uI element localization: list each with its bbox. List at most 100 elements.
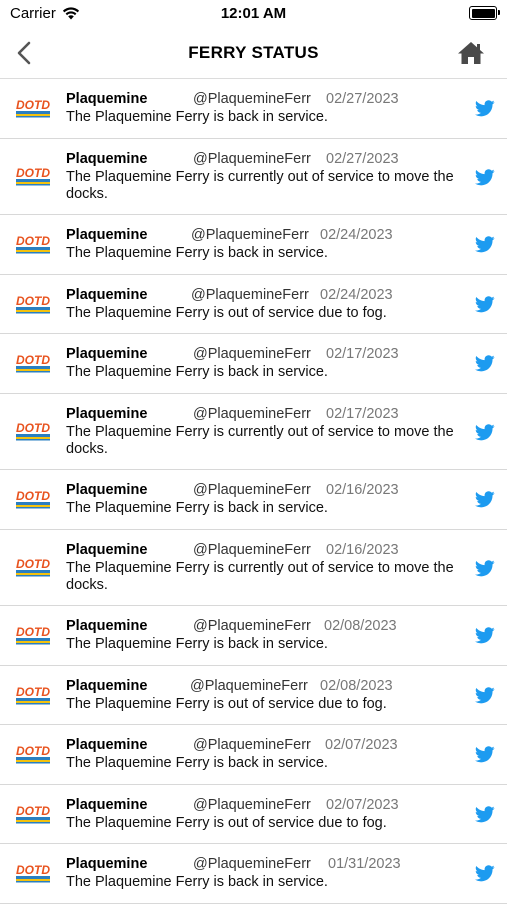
logo-text: DOTD	[16, 294, 50, 308]
status-message: The Plaquemine Ferry is back in service.	[66, 874, 328, 890]
twitter-icon[interactable]	[475, 686, 495, 704]
logo-text: DOTD	[16, 685, 50, 699]
logo-text: DOTD	[16, 489, 50, 503]
post-date: 02/08/2023	[324, 618, 397, 634]
account-name: Plaquemine	[66, 618, 148, 634]
post-date: 02/17/2023	[326, 405, 399, 422]
account-handle: @PlaquemineFerr	[191, 227, 309, 243]
post-date: 02/24/2023	[320, 286, 393, 303]
post-date: 02/16/2023	[326, 482, 399, 498]
account-handle: @PlaquemineFerr	[191, 286, 309, 303]
status-message: The Plaquemine Ferry is out of service d…	[66, 814, 387, 831]
twitter-icon[interactable]	[475, 805, 495, 823]
account-handle: @PlaquemineFerr	[190, 677, 308, 694]
status-message: The Plaquemine Ferry is out of service d…	[66, 304, 387, 321]
account-handle: @PlaquemineFerr	[193, 737, 311, 753]
ferry-status-list: DOTD Plaquemine @PlaquemineFerr 02/27/2023 T…	[0, 79, 507, 904]
twitter-icon[interactable]	[475, 746, 495, 763]
list-item[interactable]: DOTD Plaquemine @PlaquemineFerr 02/17/2023 T…	[0, 394, 507, 470]
list-item[interactable]: DOTD Plaquemine @PlaquemineFerr 02/16/2023 T…	[0, 530, 507, 606]
list-item[interactable]: DOTD Plaquemine @PlaquemineFerr 02/24/2023 T…	[0, 215, 507, 275]
clock: 12:01 AM	[220, 5, 287, 22]
twitter-icon[interactable]	[475, 168, 495, 186]
status-message: The Plaquemine Ferry is currently out of…	[66, 559, 454, 593]
logo-text: DOTD	[16, 863, 50, 877]
post-date: 02/17/2023	[326, 346, 399, 362]
account-handle: @PlaquemineFerr	[193, 541, 311, 558]
post-date: 01/31/2023	[328, 856, 401, 872]
logo-text: DOTD	[16, 98, 50, 112]
twitter-icon[interactable]	[475, 627, 495, 644]
dotd-logo-icon: DOTD	[13, 97, 53, 119]
twitter-icon[interactable]	[475, 865, 495, 882]
account-handle: @PlaquemineFerr	[193, 618, 311, 634]
twitter-icon[interactable]	[475, 295, 495, 313]
status-message: The Plaquemine Ferry is back in service.	[66, 245, 328, 261]
list-item[interactable]: DOTD Plaquemine @PlaquemineFerr 02/08/2023 T…	[0, 606, 507, 666]
logo-text: DOTD	[16, 166, 50, 180]
twitter-icon[interactable]	[475, 236, 495, 253]
account-handle: @PlaquemineFerr	[193, 346, 311, 362]
list-item[interactable]: DOTD Plaquemine @PlaquemineFerr 02/16/2023 T…	[0, 470, 507, 530]
post-date: 02/24/2023	[320, 227, 393, 243]
account-handle: @PlaquemineFerr	[193, 150, 311, 167]
list-item[interactable]: DOTD Plaquemine @PlaquemineFerr 02/07/2023 T…	[0, 785, 507, 844]
list-item[interactable]: DOTD Plaquemine @PlaquemineFerr 02/17/2023 T…	[0, 334, 507, 394]
logo-text: DOTD	[16, 234, 50, 248]
navigation-bar: FERRY STATUS	[0, 28, 507, 79]
dotd-logo-icon: DOTD	[13, 488, 53, 510]
account-name: Plaquemine	[66, 796, 148, 813]
status-message: The Plaquemine Ferry is back in service.	[66, 109, 328, 125]
account-handle: @PlaquemineFerr	[193, 91, 311, 107]
logo-text: DOTD	[16, 625, 50, 639]
post-date: 02/27/2023	[326, 150, 399, 167]
account-handle: @PlaquemineFerr	[193, 482, 311, 498]
post-date: 02/08/2023	[320, 677, 393, 694]
status-message: The Plaquemine Ferry is back in service.	[66, 755, 328, 771]
battery-icon	[469, 6, 500, 20]
account-name: Plaquemine	[66, 227, 148, 243]
account-handle: @PlaquemineFerr	[193, 796, 311, 813]
status-message: The Plaquemine Ferry is currently out of…	[66, 168, 454, 202]
page-title: FERRY STATUS	[188, 43, 319, 62]
account-handle: @PlaquemineFerr	[193, 405, 311, 422]
status-message: The Plaquemine Ferry is back in service.	[66, 636, 328, 652]
list-item[interactable]: DOTD Plaquemine @PlaquemineFerr 02/27/2023 T…	[0, 79, 507, 139]
list-item[interactable]: DOTD Plaquemine @PlaquemineFerr 02/24/2023 T…	[0, 275, 507, 334]
account-name: Plaquemine	[66, 677, 148, 694]
dotd-logo-icon: DOTD	[13, 743, 53, 765]
dotd-logo-icon: DOTD	[13, 802, 53, 825]
twitter-icon[interactable]	[475, 100, 495, 117]
account-name: Plaquemine	[66, 91, 148, 107]
logo-text: DOTD	[16, 353, 50, 367]
twitter-icon[interactable]	[475, 491, 495, 508]
dotd-logo-icon: DOTD	[13, 292, 53, 315]
account-name: Plaquemine	[66, 286, 148, 303]
post-date: 02/07/2023	[326, 796, 399, 813]
logo-text: DOTD	[16, 421, 50, 435]
list-item[interactable]: DOTD Plaquemine @PlaquemineFerr 02/08/2023 T…	[0, 666, 507, 725]
twitter-icon[interactable]	[475, 423, 495, 441]
twitter-icon[interactable]	[475, 559, 495, 577]
dotd-logo-icon: DOTD	[13, 624, 53, 646]
logo-text: DOTD	[16, 557, 50, 571]
twitter-icon[interactable]	[475, 355, 495, 372]
status-message: The Plaquemine Ferry is out of service d…	[66, 695, 387, 712]
account-name: Plaquemine	[66, 482, 148, 498]
account-name: Plaquemine	[66, 856, 148, 872]
dotd-logo-icon: DOTD	[13, 862, 53, 884]
status-bar: Carrier 12:01 AM	[0, 0, 507, 28]
account-name: Plaquemine	[66, 405, 148, 422]
list-item[interactable]: DOTD Plaquemine @PlaquemineFerr 02/27/2023 T…	[0, 139, 507, 215]
list-item[interactable]: DOTD Plaquemine @PlaquemineFerr 02/07/2023 T…	[0, 725, 507, 785]
home-icon[interactable]	[457, 40, 485, 66]
status-message: The Plaquemine Ferry is currently out of…	[66, 423, 454, 457]
dotd-logo-icon: DOTD	[13, 164, 53, 187]
account-name: Plaquemine	[66, 346, 148, 362]
account-name: Plaquemine	[66, 150, 148, 167]
list-item[interactable]: DOTD Plaquemine @PlaquemineFerr 01/31/2023 T…	[0, 844, 507, 904]
post-date: 02/16/2023	[326, 541, 399, 558]
account-name: Plaquemine	[66, 737, 148, 753]
status-message: The Plaquemine Ferry is back in service.	[66, 364, 328, 380]
dotd-logo-icon: DOTD	[13, 352, 53, 374]
